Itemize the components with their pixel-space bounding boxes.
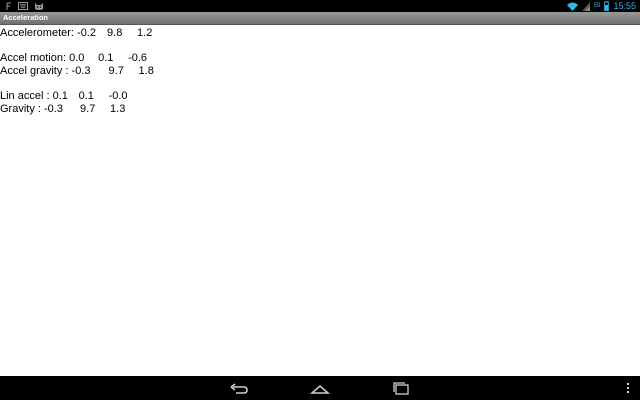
gravity-z: 1.3 [110,103,126,115]
overflow-menu-button[interactable] [624,381,632,395]
lin-accel-y: 0.1 [78,90,94,102]
recents-icon [393,382,409,395]
accel-motion-y: 0.1 [98,52,114,64]
navigation-bar [0,376,640,400]
back-icon [230,383,248,394]
gravity-y: 9.7 [80,103,96,115]
status-clock: 15:55 [613,1,636,11]
status-bar: 59 15:55 [0,0,640,12]
back-button[interactable] [227,380,251,396]
status-notifications [6,1,44,11]
accel-motion-x: 0.0 [69,52,85,64]
accel-gravity-label: Accel gravity : [0,65,72,77]
keyboard-icon [18,2,28,10]
accel-motion-label: Accel motion: [0,52,70,64]
page-title: Acceleration [3,13,49,22]
cat-app-icon [35,2,43,10]
lin-accel-label: Lin accel : [0,90,53,102]
accelerometer-y: 9.8 [107,27,123,39]
accel-gravity-x: -0.3 [71,65,91,77]
accelerometer-z: 1.2 [137,27,153,39]
status-system-icons: 59 15:55 [566,0,636,12]
lin-accel-row: Lin accel : 0.1 0.1 -0.0 [0,89,128,103]
battery-percent: 59 [593,3,601,9]
gravity-row: Gravity : -0.3 9.7 1.3 [0,102,125,116]
overflow-menu-icon [627,383,629,393]
accel-motion-z: -0.6 [128,52,148,64]
gravity-x: -0.3 [44,103,63,115]
title-bar: Acceleration [0,12,640,25]
accel-gravity-z: 1.8 [138,65,154,77]
accelerometer-row: Accelerometer: -0.2 9.8 1.2 [0,26,152,40]
accel-gravity-y: 9.7 [108,65,124,77]
gravity-label: Gravity : [0,103,45,115]
recents-button[interactable] [389,380,413,396]
lin-accel-z: -0.0 [108,90,128,102]
accel-motion-row: Accel motion: 0.0 0.1 -0.6 [0,51,147,65]
accelerometer-x: -0.2 [77,27,96,39]
wifi-icon [566,2,578,11]
lin-accel-x: 0.1 [52,90,68,102]
home-button[interactable] [308,380,332,396]
accel-gravity-row: Accel gravity : -0.3 9.7 1.8 [0,64,154,78]
notification-f-icon [6,2,11,10]
accelerometer-label: Accelerometer: [0,27,78,39]
signal-icon [581,1,590,11]
battery-icon [604,1,610,11]
home-icon [310,385,330,394]
